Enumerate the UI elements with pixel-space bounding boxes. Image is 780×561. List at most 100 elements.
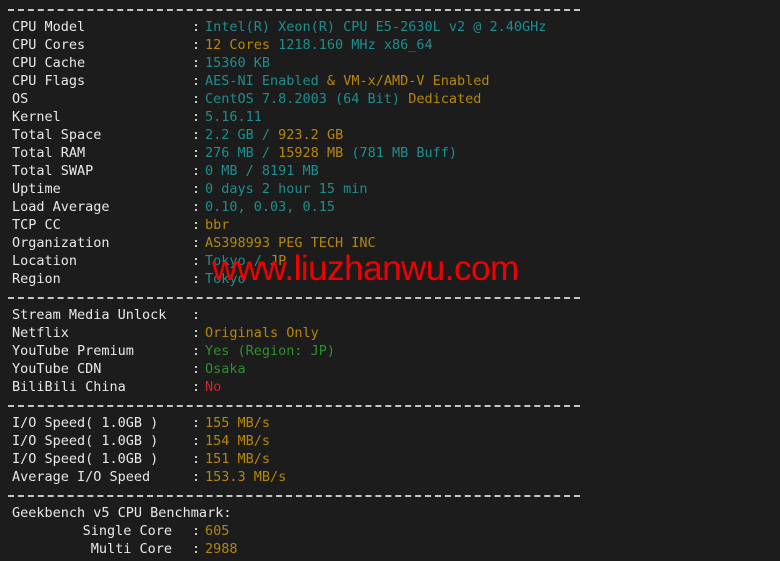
info-value-part: 5.16.11 [205,109,262,125]
info-colon: : [192,73,201,89]
info-row: I/O Speed( 1.0GB ):155 MB/s [0,414,780,432]
info-row: Load Average:0.10, 0.03, 0.15 [0,198,780,216]
info-row: CPU Cores:12 Cores 1218.160 MHz x86_64 [0,36,780,54]
section-heading: Geekbench v5 CPU Benchmark: [12,505,232,521]
info-value: CentOS 7.8.2003 (64 Bit) Dedicated [205,90,481,108]
info-colon: : [192,307,201,323]
info-value: 153.3 MB/s [205,468,286,486]
info-value-part: bbr [205,217,230,233]
info-colon: : [192,37,201,53]
info-label: BiliBili China [12,379,126,395]
info-row: CPU Model: Intel(R) Xeon(R) CPU E5-2630L … [0,18,780,36]
info-value: bbr [205,216,229,234]
info-row: Organization: AS398993 PEG TECH INC [0,234,780,252]
separator-rule [8,296,580,299]
info-value-part: No [205,379,222,395]
info-colon: : [192,199,201,215]
info-value: 0 days 2 hour 15 min [205,180,368,198]
separator-rule [8,8,580,11]
info-value-part: AES-NI Enabled [205,73,319,89]
info-label: I/O Speed( 1.0GB ) [12,451,159,467]
info-value-part: Dedicated [408,91,482,107]
info-label: CPU Model [12,19,86,35]
info-label: Region [12,271,61,287]
info-colon: : [192,469,201,485]
info-colon: : [192,127,201,143]
separator-rule [8,494,580,497]
info-value-part: 153.3 MB/s [205,469,287,485]
info-colon: : [192,163,201,179]
info-label: Multi Core [90,541,172,557]
info-label: Location [12,253,78,269]
info-colon: : [192,253,201,269]
info-value: 2988 [205,540,238,558]
info-row: Total SWAP:0 MB / 8191 MB [0,162,780,180]
info-value: 276 MB / 15928 MB (781 MB Buff) [205,144,457,162]
info-label: Total SWAP [12,163,94,179]
info-label: Kernel [12,109,61,125]
info-value: 15360 KB [205,54,270,72]
info-value-part: 1218.160 MHz x86_64 [270,37,433,53]
info-row: CPU Cache:15360 KB [0,54,780,72]
info-value-part: 15360 KB [205,55,271,71]
info-colon: : [192,433,201,449]
info-label: Uptime [12,181,61,197]
info-value-part: 154 MB/s [205,433,271,449]
info-label: CPU Cores [12,37,86,53]
info-value-part: & [318,73,344,89]
info-label: CPU Cache [12,55,86,71]
info-label: Total Space [12,127,102,143]
info-value: 5.16.11 [205,108,262,126]
info-label: TCP CC [12,217,61,233]
info-value-part: 923.2 GB [278,127,344,143]
info-colon: : [192,235,201,251]
info-value: Originals Only [205,324,319,342]
info-value: 605 [205,522,229,540]
info-value-part: AS398993 PEG TECH INC [205,235,376,251]
info-colon: : [192,217,201,233]
info-value: Tokyo [205,270,246,288]
separator-rule [8,404,580,407]
info-value-part: 605 [205,523,230,539]
info-value-part: / [261,145,279,161]
info-value: 12 Cores 1218.160 MHz x86_64 [205,36,433,54]
info-colon: : [192,55,201,71]
info-row: Uptime:0 days 2 hour 15 min [0,180,780,198]
info-value: Yes (Region: JP) [205,342,335,360]
info-value: 2.2 GB / 923.2 GB [205,126,343,144]
info-row: Total Space:2.2 GB / 923.2 GB [0,126,780,144]
info-value: No [205,378,221,396]
info-value-part: 151 MB/s [205,451,271,467]
info-value-part: Yes (Region: JP) [205,343,336,359]
info-row: Average I/O Speed:153.3 MB/s [0,468,780,486]
info-label: CPU Flags [12,73,86,89]
terminal-content: CPU Model: Intel(R) Xeon(R) CPU E5-2630L … [0,0,780,558]
section-separator [0,288,780,306]
info-value-part: Originals Only [205,325,319,341]
info-row: I/O Speed( 1.0GB ):151 MB/s [0,450,780,468]
info-row: TCP CC: bbr [0,216,780,234]
info-row: YouTube Premium: Yes (Region: JP) [0,342,780,360]
info-value-part: 15928 MB [278,145,344,161]
info-value-part: JP [270,253,287,269]
info-row: BiliBili China: No [0,378,780,396]
info-value: 155 MB/s [205,414,270,432]
info-colon: : [192,325,201,341]
info-value: AES-NI Enabled & VM-x/AMD-V Enabled [205,72,490,90]
info-label: Stream Media Unlock [12,307,167,323]
info-label: YouTube CDN [12,361,102,377]
info-label: Single Core [82,523,172,539]
info-value: Osaka [205,360,246,378]
info-value-part: (781 MB Buff) [343,145,457,161]
info-value-part: 12 Cores [205,37,271,53]
info-value-part: VM-x/AMD-V Enabled [343,73,490,89]
info-colon: : [192,181,201,197]
info-colon: : [192,361,201,377]
info-value-part: Tokyo [205,253,254,269]
info-colon: : [192,145,201,161]
info-value: Intel(R) Xeon(R) CPU E5-2630L v2 @ 2.40G… [205,18,546,36]
info-colon: : [192,91,201,107]
info-row: CPU Flags: AES-NI Enabled & VM-x/AMD-V En… [0,72,780,90]
info-label: Load Average [12,199,110,215]
info-row: Region: Tokyo [0,270,780,288]
